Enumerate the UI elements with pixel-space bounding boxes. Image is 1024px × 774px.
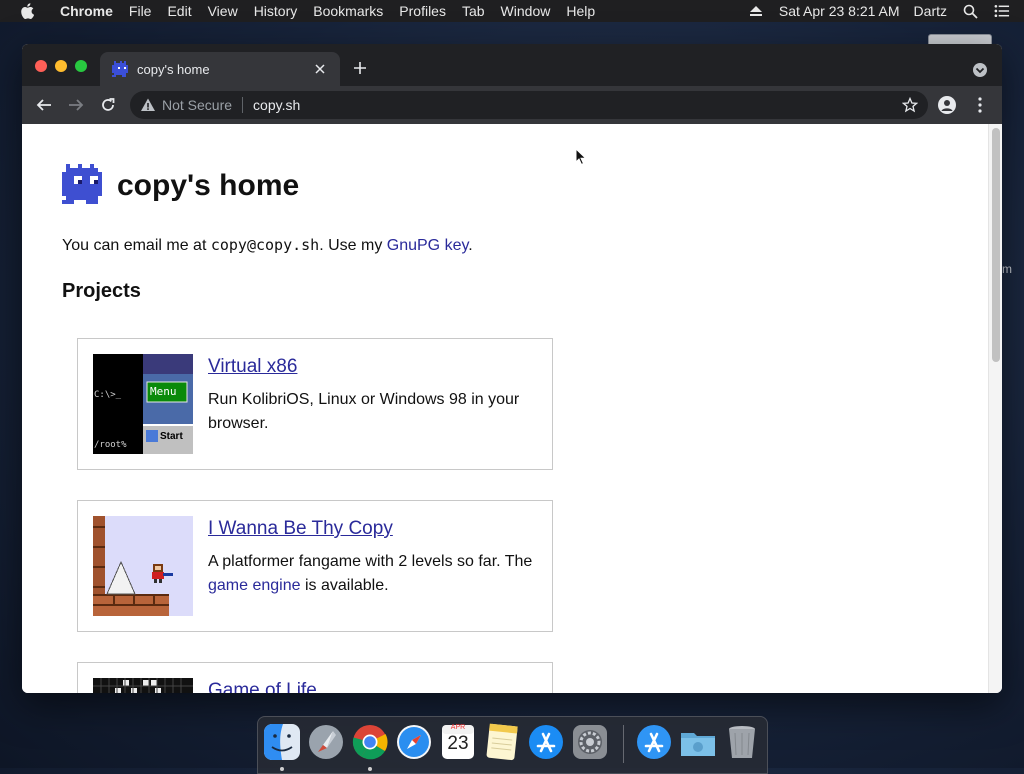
thumb-root-prompt: /root% bbox=[94, 440, 127, 450]
apple-icon[interactable] bbox=[20, 3, 38, 19]
menu-tab[interactable]: Tab bbox=[454, 0, 493, 22]
minimize-window-button[interactable] bbox=[55, 60, 67, 72]
virtual-x86-thumbnail[interactable]: C:\>_ Menu /root% Start bbox=[93, 354, 193, 454]
browser-toolbar: Not Secure copy.sh bbox=[22, 86, 1002, 124]
finder-icon[interactable] bbox=[263, 723, 301, 761]
close-tab-icon[interactable] bbox=[312, 61, 328, 77]
dock: APR 23 bbox=[257, 716, 768, 774]
bookmark-star-icon[interactable] bbox=[902, 97, 918, 113]
thumb-menu-label: Menu bbox=[150, 385, 177, 398]
launchpad-icon[interactable] bbox=[307, 723, 345, 761]
i-wanna-be-thy-copy-link[interactable]: I Wanna Be Thy Copy bbox=[208, 518, 393, 540]
close-window-button[interactable] bbox=[35, 60, 47, 72]
tab-title: copy's home bbox=[137, 61, 210, 77]
project-card-game-of-life: Game of Life bbox=[77, 662, 553, 693]
i-wanna-desc-before: A platformer fangame with 2 levels so fa… bbox=[208, 553, 533, 570]
virtual-x86-link[interactable]: Virtual x86 bbox=[208, 356, 297, 378]
browser-window: copy's home Not Secure copy.sh copy's ho… bbox=[22, 44, 1002, 693]
site-logo-icon bbox=[62, 164, 102, 204]
menu-profiles[interactable]: Profiles bbox=[391, 0, 454, 22]
tab-copy-home[interactable]: copy's home bbox=[100, 52, 340, 86]
intro-text: You can email me at copy@copy.sh. Use my… bbox=[62, 236, 473, 255]
game-of-life-link[interactable]: Game of Life bbox=[208, 680, 317, 693]
thumb-dos-prompt: C:\>_ bbox=[94, 390, 122, 400]
safari-icon[interactable] bbox=[395, 723, 433, 761]
security-label[interactable]: Not Secure bbox=[162, 97, 232, 113]
tab-search-icon[interactable] bbox=[972, 62, 988, 78]
site-favicon-icon bbox=[112, 61, 128, 77]
menu-bookmarks[interactable]: Bookmarks bbox=[305, 0, 391, 22]
system-preferences-icon[interactable] bbox=[571, 723, 609, 761]
menu-bar: Chrome File Edit View History Bookmarks … bbox=[0, 0, 1024, 22]
omnibox-divider bbox=[242, 97, 244, 113]
virtual-x86-description: Run KolibriOS, Linux or Windows 98 in yo… bbox=[208, 391, 520, 432]
more-menu-icon[interactable] bbox=[971, 96, 989, 114]
menu-view[interactable]: View bbox=[200, 0, 246, 22]
tab-strip: copy's home bbox=[22, 44, 1002, 86]
notification-center-icon[interactable] bbox=[994, 3, 1010, 19]
game-engine-link[interactable]: game engine bbox=[208, 577, 301, 594]
page-title: copy's home bbox=[117, 169, 300, 202]
mouse-cursor-icon bbox=[575, 148, 587, 166]
project-card-virtual-x86: C:\>_ Menu /root% Start Virtual x86 Run … bbox=[77, 338, 553, 470]
downloads-folder-icon[interactable] bbox=[679, 723, 717, 761]
trash-icon[interactable] bbox=[723, 723, 761, 761]
gnupg-key-link[interactable]: GnuPG key bbox=[387, 237, 469, 254]
i-wanna-description: A platformer fangame with 2 levels so fa… bbox=[208, 550, 538, 598]
scrollbar-thumb[interactable] bbox=[992, 128, 1000, 362]
page-content: copy's home You can email me at copy@cop… bbox=[22, 124, 988, 693]
forward-arrow-icon[interactable] bbox=[67, 96, 85, 114]
projects-heading: Projects bbox=[62, 280, 141, 302]
user-menu[interactable]: Dartz bbox=[907, 0, 954, 22]
url-text[interactable]: copy.sh bbox=[253, 97, 300, 113]
menu-window[interactable]: Window bbox=[493, 0, 559, 22]
menu-help[interactable]: Help bbox=[558, 0, 603, 22]
menu-history[interactable]: History bbox=[246, 0, 306, 22]
intro-middle: . Use my bbox=[319, 237, 387, 254]
project-card-i-wanna-be-thy-copy: I Wanna Be Thy Copy A platformer fangame… bbox=[77, 500, 553, 632]
eject-icon[interactable] bbox=[748, 3, 764, 19]
i-wanna-thumbnail[interactable] bbox=[93, 516, 193, 616]
profile-icon[interactable] bbox=[938, 96, 956, 114]
intro-prefix: You can email me at bbox=[62, 237, 211, 254]
address-bar[interactable]: Not Secure copy.sh bbox=[130, 91, 928, 119]
menu-file[interactable]: File bbox=[121, 0, 160, 22]
new-tab-icon[interactable] bbox=[352, 60, 368, 76]
i-wanna-desc-after: is available. bbox=[300, 577, 389, 594]
notes-icon[interactable] bbox=[483, 723, 521, 761]
page-scrollbar[interactable] bbox=[988, 124, 1002, 693]
game-of-life-thumbnail[interactable] bbox=[93, 678, 193, 693]
app-store-icon[interactable] bbox=[527, 723, 565, 761]
calendar-month: APR bbox=[450, 724, 466, 731]
menu-edit[interactable]: Edit bbox=[159, 0, 199, 22]
back-arrow-icon[interactable] bbox=[35, 96, 53, 114]
chrome-icon[interactable] bbox=[351, 723, 389, 761]
reload-icon[interactable] bbox=[99, 96, 117, 114]
menu-bar-status: Sat Apr 23 8:21 AM Dartz bbox=[740, 0, 1024, 22]
not-secure-warning-icon[interactable] bbox=[140, 97, 156, 113]
spotlight-search-icon[interactable] bbox=[962, 3, 978, 19]
dock-separator bbox=[623, 725, 624, 763]
email-address: copy@copy.sh bbox=[210, 236, 320, 254]
menu-chrome[interactable]: Chrome bbox=[52, 0, 121, 22]
zoom-window-button[interactable] bbox=[75, 60, 87, 72]
thumb-start-button: Start bbox=[160, 431, 183, 442]
calendar-day: 23 bbox=[447, 733, 469, 754]
intro-suffix: . bbox=[468, 237, 473, 254]
app-store-download-icon[interactable] bbox=[635, 723, 673, 761]
desktop-label-fragment: m bbox=[1002, 262, 1012, 276]
clock[interactable]: Sat Apr 23 8:21 AM bbox=[772, 0, 907, 22]
